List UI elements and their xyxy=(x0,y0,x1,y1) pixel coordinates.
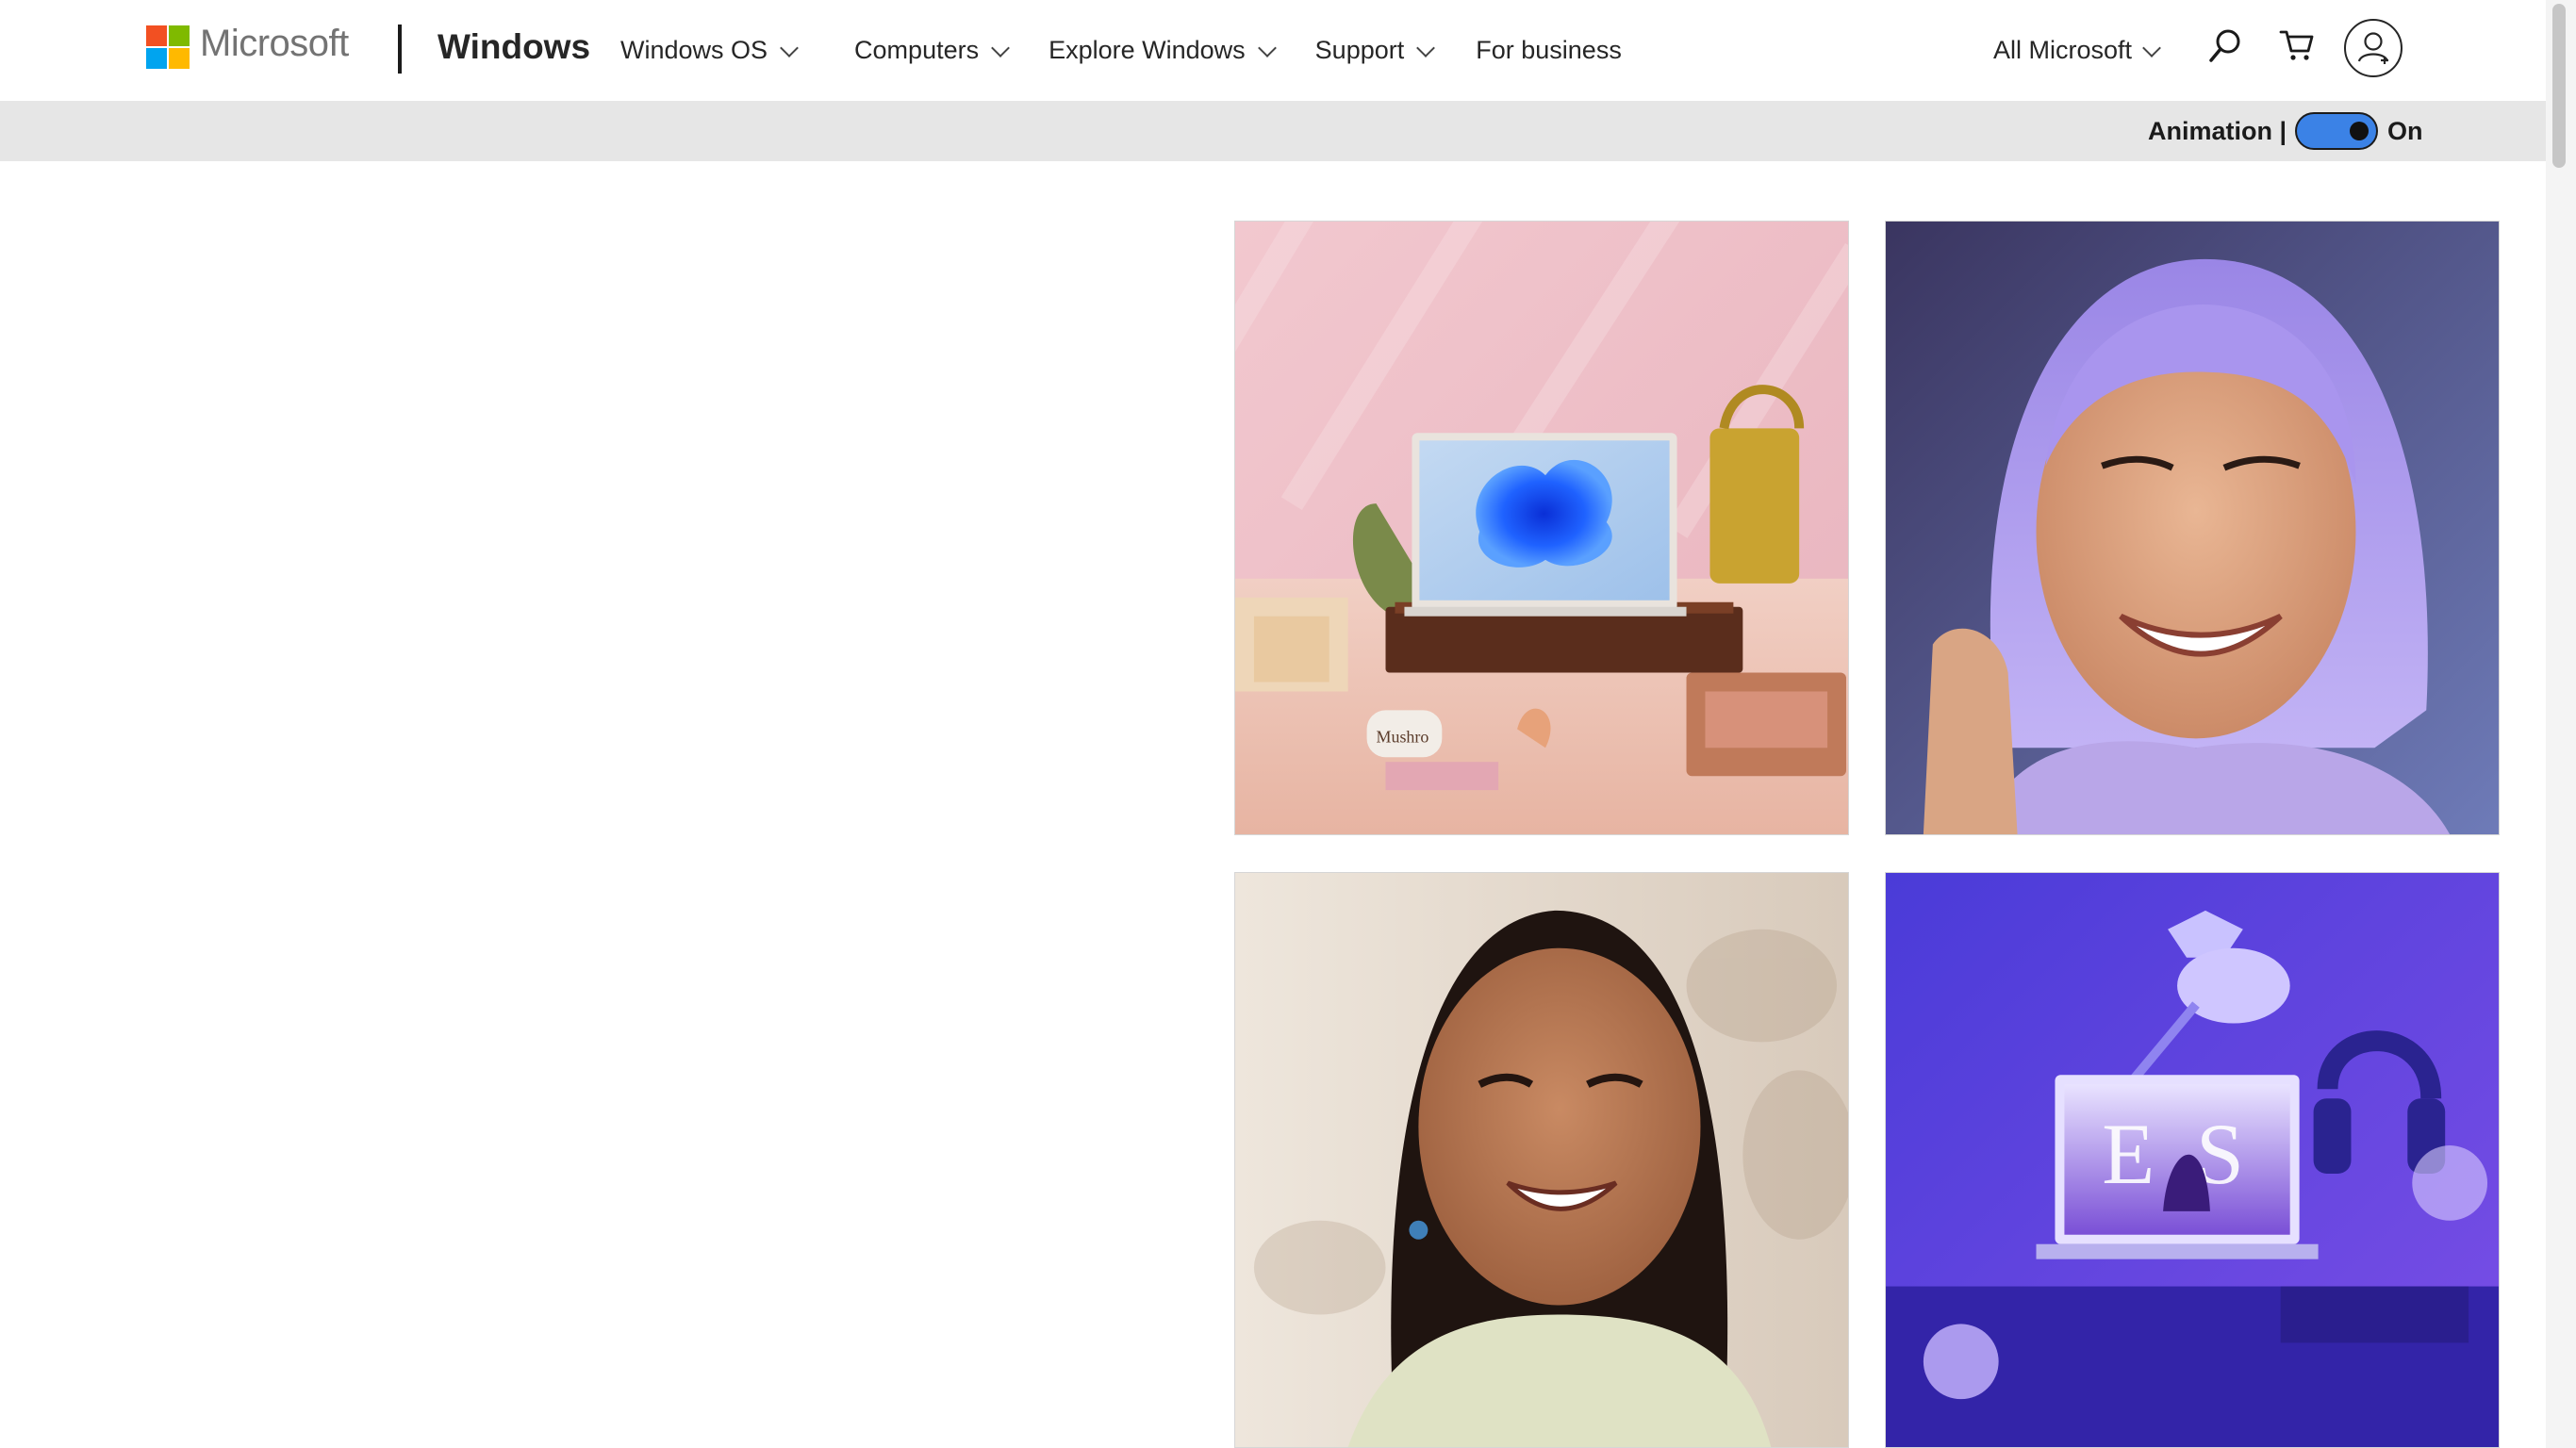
mushroom-jar-label: Mushro xyxy=(1377,727,1429,746)
chevron-down-icon xyxy=(2142,38,2161,58)
chevron-down-icon xyxy=(1416,38,1436,58)
windows-brand-link[interactable]: Windows xyxy=(438,27,590,67)
laptop-pink-image: Mushro xyxy=(1235,222,1848,834)
site-header: Microsoft Windows Windows OS Computers E… xyxy=(0,0,2546,101)
chevron-down-icon xyxy=(991,38,1010,58)
chevron-down-icon xyxy=(1257,38,1277,58)
search-button[interactable] xyxy=(2206,26,2244,73)
microsoft-logo-icon[interactable] xyxy=(146,25,190,69)
chevron-down-icon xyxy=(780,38,799,58)
scrollbar-thumb[interactable] xyxy=(2552,4,2566,168)
search-icon xyxy=(2209,29,2240,62)
animation-state: On xyxy=(2387,117,2423,145)
animation-toggle[interactable] xyxy=(2295,112,2378,150)
toggle-knob xyxy=(2350,122,2369,140)
nav-label: Windows OS xyxy=(620,36,768,64)
all-microsoft-label: All Microsoft xyxy=(1993,36,2133,64)
nav-label: Computers xyxy=(854,36,980,64)
nav-explore-windows[interactable]: Explore Windows xyxy=(1049,0,1277,101)
header-tools: All Microsoft xyxy=(1993,0,2161,101)
man-portrait-image xyxy=(1235,873,1848,1447)
nav-computers[interactable]: Computers xyxy=(854,0,1010,101)
nav-windows-os[interactable]: Windows OS xyxy=(620,0,799,101)
svg-text:E: E xyxy=(2102,1106,2155,1202)
nav-label: For business xyxy=(1476,36,1622,64)
gallery-tile-woman-lavender-hair[interactable] xyxy=(1885,221,2500,835)
nav-label: Explore Windows xyxy=(1049,36,1246,64)
nav-for-business[interactable]: For business xyxy=(1476,0,1622,101)
primary-nav: Windows OS Computers Explore Windows Sup… xyxy=(620,0,1622,101)
laptop-purple-image: E S xyxy=(1886,873,2499,1447)
nav-support[interactable]: Support xyxy=(1314,0,1436,101)
gallery-tile-laptop-purple-desk[interactable]: E S xyxy=(1885,872,2500,1448)
cart-icon xyxy=(2279,30,2314,60)
gallery-tile-laptop-pink[interactable]: Mushro xyxy=(1234,221,1849,835)
woman-portrait-image xyxy=(1886,222,2499,834)
animation-label: Animation | xyxy=(2148,117,2287,145)
account-button[interactable] xyxy=(2344,19,2403,77)
cart-button[interactable] xyxy=(2278,26,2316,69)
brand-divider xyxy=(398,25,402,74)
nav-label: Support xyxy=(1314,36,1405,64)
all-microsoft-menu[interactable]: All Microsoft xyxy=(1993,36,2161,65)
account-icon xyxy=(2357,32,2389,64)
gallery-tile-man-long-hair[interactable] xyxy=(1234,872,1849,1448)
scrollbar[interactable] xyxy=(2546,0,2576,1448)
animation-bar: Animation | On xyxy=(0,101,2546,161)
microsoft-wordmark[interactable]: Microsoft xyxy=(200,23,349,65)
